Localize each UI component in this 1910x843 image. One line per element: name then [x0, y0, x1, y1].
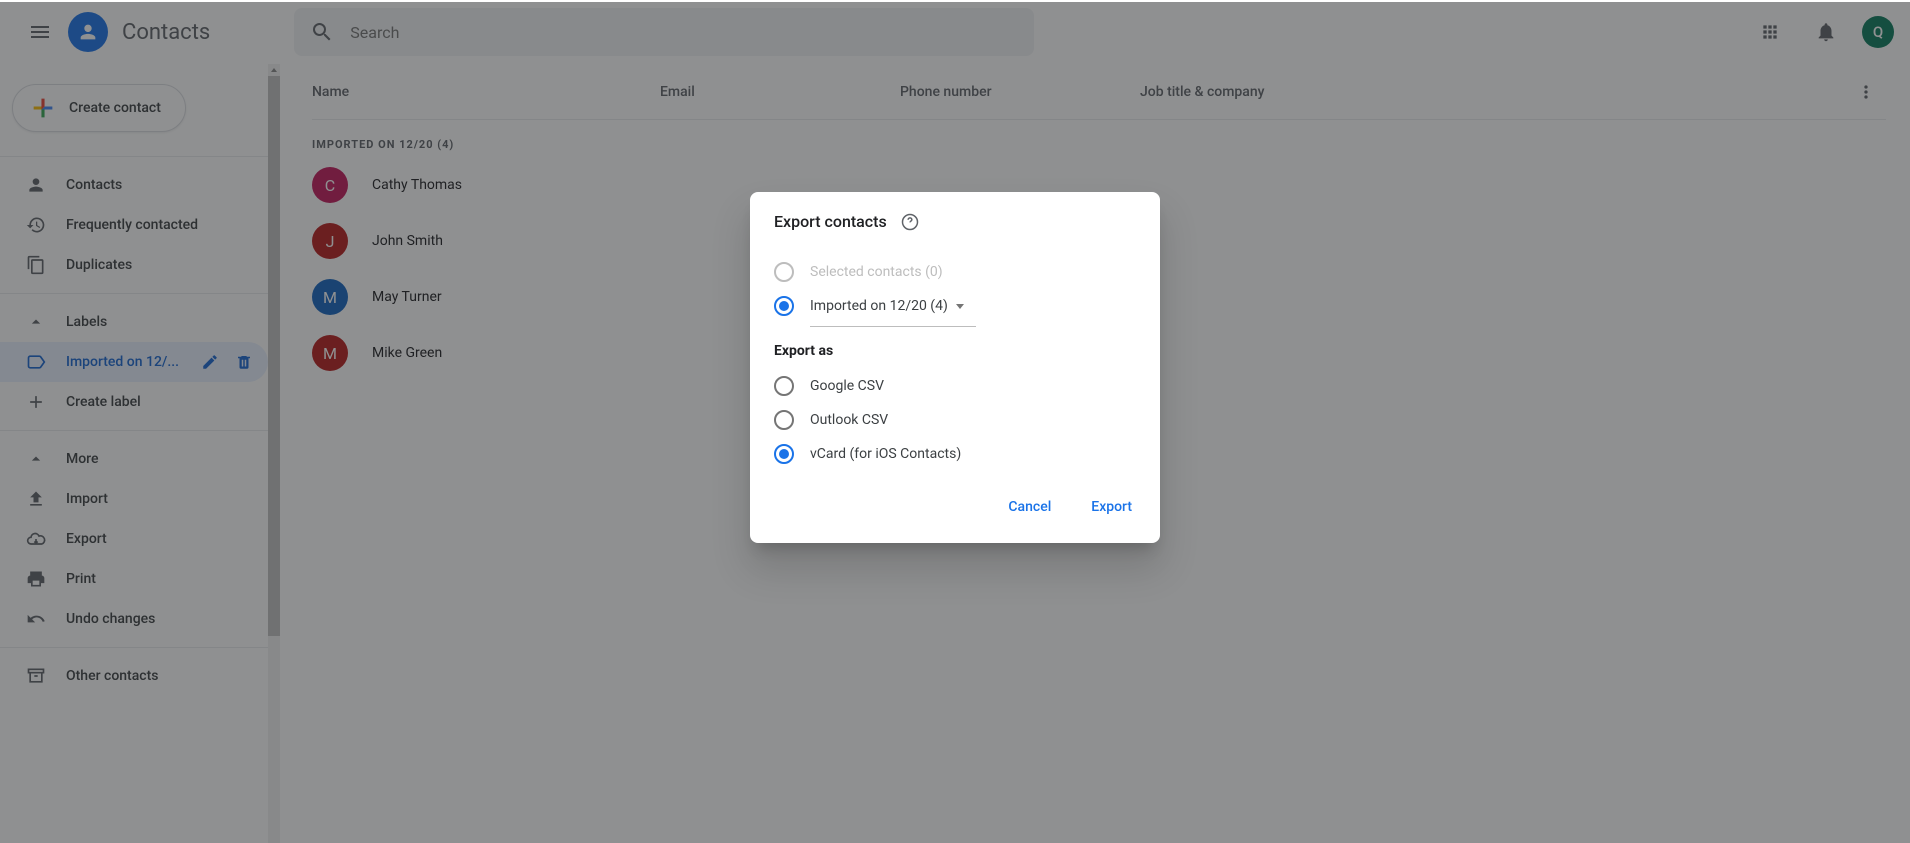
dropdown-underline [810, 326, 976, 327]
radio-vcard[interactable]: vCard (for iOS Contacts) [774, 437, 1136, 471]
radio-selected-contacts: Selected contacts (0) [774, 255, 1136, 289]
export-as-label: Export as [774, 343, 1136, 359]
radio-icon [774, 376, 794, 396]
modal-scrim[interactable]: Export contacts Selected contacts (0) Im… [0, 2, 1910, 843]
radio-label: Imported on 12/20 (4) [810, 298, 948, 314]
radio-google-csv[interactable]: Google CSV [774, 369, 1136, 403]
radio-outlook-csv[interactable]: Outlook CSV [774, 403, 1136, 437]
export-dialog: Export contacts Selected contacts (0) Im… [750, 192, 1160, 543]
radio-label: Google CSV [810, 378, 884, 394]
help-icon[interactable] [901, 213, 919, 231]
radio-icon [774, 444, 794, 464]
cancel-button[interactable]: Cancel [1004, 491, 1055, 523]
radio-label: vCard (for iOS Contacts) [810, 446, 961, 462]
radio-label: Selected contacts (0) [810, 264, 943, 280]
radio-imported-label[interactable]: Imported on 12/20 (4) [774, 289, 1136, 323]
export-button[interactable]: Export [1087, 491, 1136, 523]
radio-icon [774, 410, 794, 430]
dropdown-arrow-icon[interactable] [956, 304, 964, 309]
radio-icon [774, 296, 794, 316]
radio-label: Outlook CSV [810, 412, 888, 428]
dialog-title: Export contacts [774, 212, 887, 231]
radio-icon [774, 262, 794, 282]
